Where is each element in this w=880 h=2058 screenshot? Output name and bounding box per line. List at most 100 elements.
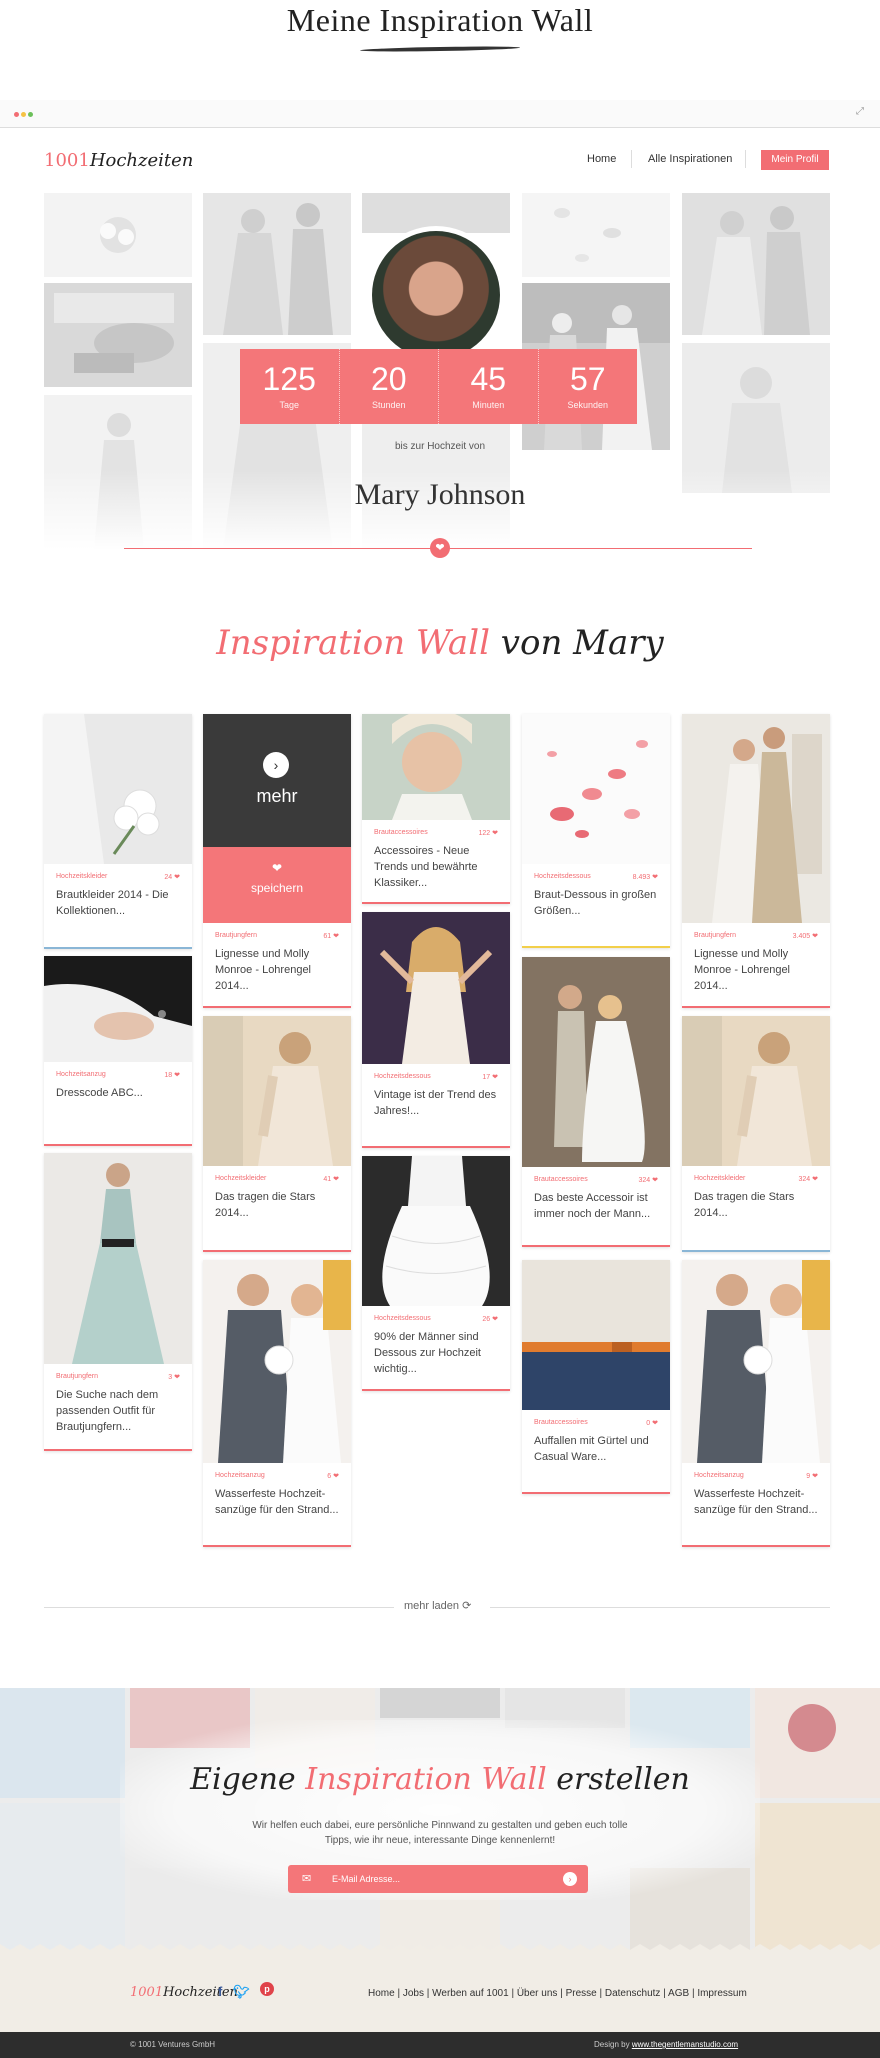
inspiration-card[interactable]: Hochzeitsdessous 8.493 ❤ Braut-Dessous in… xyxy=(522,714,670,948)
inspiration-card[interactable]: Hochzeitsdessous 17 ❤ Vintage ist der Tre… xyxy=(362,912,510,1148)
card-category[interactable]: Hochzeitsanzug xyxy=(215,1472,265,1480)
card-category[interactable]: Brautaccessoires xyxy=(374,829,428,837)
card-title[interactable]: Lignesse und Molly Monroe - Lohrengel 20… xyxy=(203,940,351,994)
card-title[interactable]: Das tragen die Stars 2014... xyxy=(682,1183,830,1221)
inspiration-card[interactable]: Brautjungfern 3.405 ❤ Lignesse und Molly … xyxy=(682,714,830,1008)
footer-link-advertise[interactable]: Werben auf 1001 xyxy=(432,1988,509,1999)
card-category[interactable]: Brautjungfern xyxy=(694,932,736,940)
inspiration-card[interactable]: Hochzeitskleider 41 ❤ Das tragen die Star… xyxy=(203,1016,351,1252)
card-accent xyxy=(522,946,670,948)
inspiration-card[interactable]: Hochzeitsanzug 6 ❤ Wasserfeste Hochzeit-s… xyxy=(203,1260,351,1547)
arrow-right-icon[interactable]: › xyxy=(263,752,289,778)
footer-links: Home | Jobs | Werben auf 1001 | Über uns… xyxy=(368,1988,747,1999)
card-category[interactable]: Hochzeitsanzug xyxy=(694,1472,744,1480)
card-category[interactable]: Hochzeitsanzug xyxy=(56,1071,106,1079)
inspiration-card[interactable]: Hochzeitsanzug 18 ❤ Dresscode ABC... xyxy=(44,956,192,1146)
card-likes[interactable]: 41 ❤ xyxy=(323,1175,339,1183)
card-likes[interactable]: 24 ❤ xyxy=(164,873,180,881)
card-save-label: speichern xyxy=(250,881,304,895)
card-category[interactable]: Hochzeitsdessous xyxy=(374,1073,431,1081)
card-title[interactable]: Wasserfeste Hochzeit-sanzüge für den Str… xyxy=(682,1480,830,1518)
footer-link-home[interactable]: Home xyxy=(368,1988,395,1999)
card-category[interactable]: Hochzeitsdessous xyxy=(374,1315,431,1323)
card-title[interactable]: Vintage ist der Trend des Jahres!... xyxy=(362,1081,510,1119)
card-category[interactable]: Hochzeitskleider xyxy=(56,873,107,881)
inspiration-card[interactable]: Brautaccessoires 122 ❤ Accessoires - Neue… xyxy=(362,714,510,904)
card-likes[interactable]: 8.493 ❤ xyxy=(633,873,658,881)
card-likes[interactable]: 61 ❤ xyxy=(323,932,339,940)
footer-link-terms[interactable]: AGB xyxy=(668,1988,689,1999)
card-category[interactable]: Hochzeitskleider xyxy=(694,1175,745,1183)
design-credit-link[interactable]: www.thegentlemanstudio.com xyxy=(632,2040,738,2049)
card-title[interactable]: Auffallen mit Gürtel und Casual Ware... xyxy=(522,1427,670,1465)
logo[interactable]: 1001Hochzeiten xyxy=(44,150,193,171)
footer-link-privacy[interactable]: Datenschutz xyxy=(605,1988,661,1999)
card-likes[interactable]: 324 ❤ xyxy=(639,1176,659,1184)
card-title[interactable]: Wasserfeste Hochzeit-sanzüge für den Str… xyxy=(203,1480,351,1518)
inspiration-card[interactable]: Hochzeitsanzug 9 ❤ Wasserfeste Hochzeit-s… xyxy=(682,1260,830,1547)
inspiration-card[interactable]: Hochzeitsdessous 26 ❤ 90% der Männer sind… xyxy=(362,1156,510,1391)
pinterest-icon[interactable]: p xyxy=(260,1982,274,1996)
card-likes[interactable]: 3.405 ❤ xyxy=(793,932,818,940)
inspiration-card[interactable]: Brautjungfern 3 ❤ Die Suche nach dem pass… xyxy=(44,1153,192,1451)
card-more-label[interactable]: mehr xyxy=(203,786,351,807)
nav-home[interactable]: Home xyxy=(587,153,616,165)
inspiration-card[interactable]: Brautaccessoires 0 ❤ Auffallen mit Gürtel… xyxy=(522,1260,670,1494)
card-category[interactable]: Brautjungfern xyxy=(215,932,257,940)
expand-icon[interactable]: ⤢ xyxy=(856,106,864,117)
facebook-icon[interactable]: f xyxy=(218,1984,222,1999)
card-likes[interactable]: 122 ❤ xyxy=(479,829,499,837)
card-save-button[interactable]: ❤ speichern xyxy=(203,847,351,923)
load-more-label: mehr laden xyxy=(404,1600,460,1612)
window-dot-green[interactable] xyxy=(28,112,33,117)
inspiration-card[interactable]: Hochzeitskleider 324 ❤ Das tragen die Sta… xyxy=(682,1016,830,1252)
footer-link-about[interactable]: Über uns xyxy=(517,1988,558,1999)
card-title[interactable]: Dresscode ABC... xyxy=(44,1079,192,1101)
card-title[interactable]: Lignesse und Molly Monroe - Lohrengel 20… xyxy=(682,940,830,994)
card-category[interactable]: Brautjungfern xyxy=(56,1373,98,1381)
footer-link-imprint[interactable]: Impressum xyxy=(697,1988,746,1999)
card-likes[interactable]: 324 ❤ xyxy=(799,1175,819,1183)
card-category[interactable]: Brautaccessoires xyxy=(534,1419,588,1427)
card-title[interactable]: Accessoires - Neue Trends und bewährte K… xyxy=(362,837,510,891)
window-dot-red[interactable] xyxy=(14,112,19,117)
load-more-button[interactable]: mehr laden ⟳ xyxy=(404,1599,471,1612)
card-category[interactable]: Hochzeitskleider xyxy=(215,1175,266,1183)
card-likes[interactable]: 3 ❤ xyxy=(168,1373,180,1381)
card-accent xyxy=(682,1006,830,1008)
nav-profile-button[interactable]: Mein Profil xyxy=(761,150,829,170)
page-title: Meine Inspiration Wall xyxy=(286,2,594,38)
inspiration-card[interactable]: Hochzeitskleider 24 ❤ Brautkleider 2014 -… xyxy=(44,714,192,949)
card-likes[interactable]: 0 ❤ xyxy=(646,1419,658,1427)
footer-link-press[interactable]: Presse xyxy=(566,1988,597,1999)
hero-subtitle: bis zur Hochzeit von xyxy=(394,441,486,452)
cta-title: Eigene Inspiration Wall erstellen xyxy=(0,1762,880,1797)
card-accent xyxy=(203,1545,351,1547)
card-title[interactable]: 90% der Männer sind Dessous zur Hochzeit… xyxy=(362,1323,510,1377)
footer-link-jobs[interactable]: Jobs xyxy=(403,1988,424,1999)
card-hover-overlay[interactable] xyxy=(203,714,351,847)
card-category[interactable]: Hochzeitsdessous xyxy=(534,873,591,881)
email-field[interactable]: E-Mail Adresse... xyxy=(288,1865,588,1893)
hero-photo xyxy=(522,193,670,277)
inspiration-card[interactable]: Brautaccessoires 324 ❤ Das beste Accessoi… xyxy=(522,957,670,1247)
card-title[interactable]: Die Suche nach dem passenden Outfit für … xyxy=(44,1381,192,1435)
submit-arrow-icon[interactable]: › xyxy=(563,1872,577,1886)
nav-inspirations[interactable]: Alle Inspirationen xyxy=(648,153,732,165)
card-likes[interactable]: 18 ❤ xyxy=(164,1071,180,1079)
card-likes[interactable]: 26 ❤ xyxy=(482,1315,498,1323)
window-dot-yellow[interactable] xyxy=(21,112,26,117)
card-title[interactable]: Das beste Accessoir ist immer noch der M… xyxy=(522,1184,670,1222)
avatar[interactable] xyxy=(367,226,505,364)
card-title[interactable]: Braut-Dessous in großen Größen... xyxy=(522,881,670,919)
card-likes[interactable]: 6 ❤ xyxy=(327,1472,339,1480)
divider xyxy=(490,1607,830,1608)
card-title[interactable]: Das tragen die Stars 2014... xyxy=(203,1183,351,1221)
card-category[interactable]: Brautaccessoires xyxy=(534,1176,588,1184)
card-title[interactable]: Brautkleider 2014 - Die Kollektionen... xyxy=(44,881,192,919)
cta-title-post: erstellen xyxy=(556,1762,690,1797)
twitter-icon[interactable]: 🐦︎ xyxy=(233,1984,250,2000)
heart-icon[interactable]: ❤ xyxy=(430,538,450,558)
card-likes[interactable]: 9 ❤ xyxy=(806,1472,818,1480)
card-likes[interactable]: 17 ❤ xyxy=(482,1073,498,1081)
